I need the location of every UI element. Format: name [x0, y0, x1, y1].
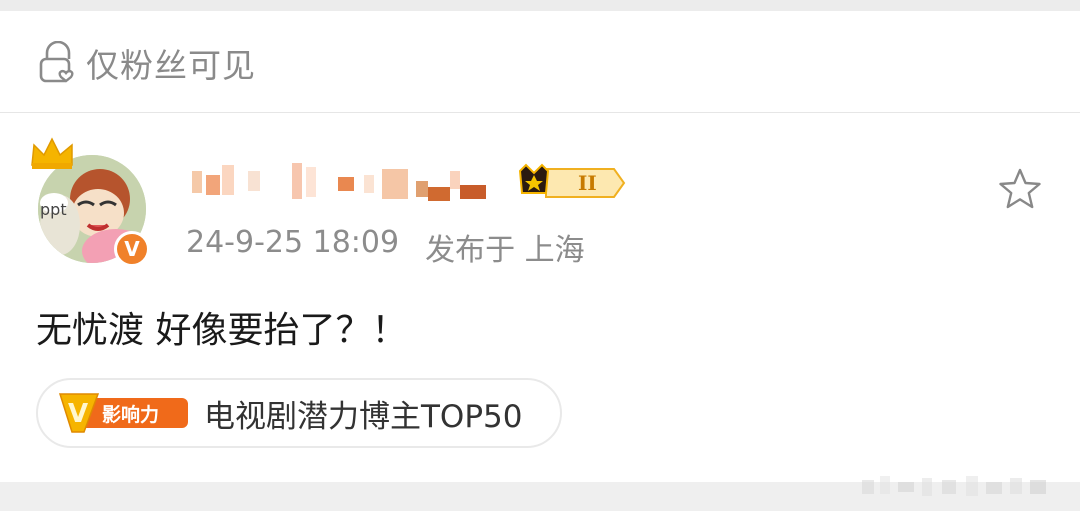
- influence-badge-text: 影响力: [102, 403, 159, 426]
- visibility-row: 仅粉丝可见: [38, 41, 256, 85]
- author-name-pixelated[interactable]: [188, 157, 508, 207]
- visibility-bar: 仅粉丝可见: [0, 11, 1080, 112]
- influence-badge: V 影响力: [58, 392, 190, 434]
- star-icon[interactable]: [996, 166, 1044, 214]
- member-level-badge[interactable]: II: [516, 163, 628, 207]
- crown-icon: [28, 135, 78, 179]
- verified-badge: V: [114, 231, 150, 267]
- top-strip: [0, 0, 1080, 11]
- influence-v: V: [68, 399, 88, 429]
- visibility-label: 仅粉丝可见: [86, 46, 256, 85]
- post-location: 发布于 上海: [425, 233, 585, 268]
- post-card: ppt V II 24-9-25 18:09 发布于 上海 无忧渡 好像要抬了？…: [0, 113, 1080, 482]
- influence-label: 电视剧潜力博主TOP50: [204, 398, 523, 435]
- level-text: II: [578, 171, 597, 195]
- author-avatar[interactable]: ppt V: [26, 135, 154, 267]
- pixel-watermark: [858, 470, 1058, 504]
- post-timestamp: 24-9-25 18:09: [186, 225, 400, 260]
- svg-text:ppt: ppt: [40, 200, 67, 219]
- lock-heart-icon: [38, 41, 78, 85]
- influence-tag[interactable]: V 影响力 电视剧潜力博主TOP50: [36, 378, 562, 448]
- post-meta: 24-9-25 18:09 发布于 上海: [186, 225, 585, 269]
- post-content: 无忧渡 好像要抬了？！: [36, 310, 408, 351]
